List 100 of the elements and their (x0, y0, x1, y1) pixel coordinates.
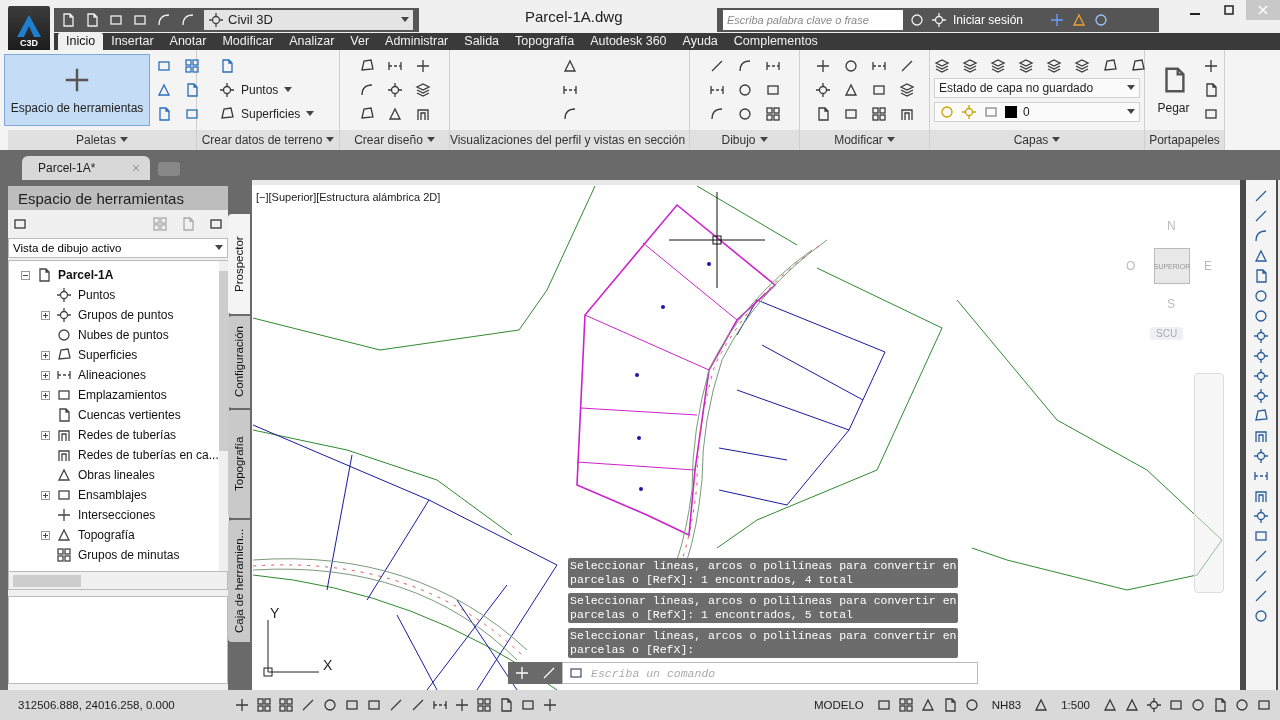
circle-icon[interactable] (1190, 697, 1206, 713)
tree-item[interactable]: Superficies (21, 345, 219, 365)
caret-icon[interactable] (1127, 109, 1135, 115)
target-icon[interactable] (1252, 388, 1269, 404)
rectangle-icon[interactable] (870, 82, 887, 98)
caret-icon[interactable] (759, 137, 768, 143)
app-menu-button[interactable]: C3D (8, 6, 50, 50)
caret-icon[interactable] (426, 137, 435, 143)
rectangle-icon[interactable] (875, 697, 892, 713)
ribbon-tab[interactable]: Ayuda (674, 33, 726, 50)
document-icon[interactable] (184, 82, 201, 98)
target-icon[interactable] (1252, 508, 1269, 524)
target-icon[interactable] (1252, 448, 1269, 464)
rectangle-icon[interactable] (208, 216, 224, 232)
cross-icon[interactable] (414, 58, 431, 74)
document-icon[interactable] (219, 58, 235, 74)
rectangle-icon[interactable] (1256, 697, 1272, 713)
document-icon[interactable] (156, 106, 173, 122)
rectangle-icon[interactable] (184, 106, 201, 122)
target-icon[interactable] (814, 82, 831, 98)
document-icon[interactable] (498, 697, 514, 713)
ribbon-tab[interactable]: Complementos (725, 33, 826, 50)
rectangle-icon[interactable] (12, 216, 28, 232)
layers-icon[interactable] (1046, 58, 1062, 74)
expand-toggle-icon[interactable] (41, 310, 50, 320)
side-tab[interactable]: Configuración (228, 316, 250, 408)
cross-icon[interactable] (1202, 58, 1219, 74)
arc-icon[interactable] (736, 58, 753, 74)
grid-icon[interactable] (184, 58, 201, 74)
tree-item[interactable]: Cuencas vertientes (21, 405, 219, 425)
caret-icon[interactable] (1052, 137, 1061, 143)
caret-icon[interactable] (1127, 85, 1135, 91)
rectangle-icon[interactable] (568, 665, 584, 681)
target-icon[interactable] (1252, 328, 1269, 344)
circle-icon[interactable] (963, 697, 980, 713)
ribbon-tab[interactable]: Topografía (507, 33, 583, 50)
ribbon-tab[interactable]: Analizar (281, 33, 343, 50)
circle-icon[interactable] (909, 11, 925, 28)
circle-icon[interactable] (842, 58, 859, 74)
layer-dropdown[interactable]: 0 (934, 102, 1140, 122)
ribbon-button[interactable]: Puntos (219, 82, 293, 98)
expand-toggle-icon[interactable] (41, 390, 50, 400)
side-tab[interactable]: Prospector (228, 214, 250, 314)
target-icon[interactable] (1146, 697, 1162, 713)
grid-icon[interactable] (870, 106, 887, 122)
collapse-toggle-icon[interactable] (21, 270, 30, 280)
triangle-icon[interactable] (561, 58, 578, 74)
search-field[interactable]: Escriba palabra clave o frase (723, 9, 903, 30)
tree-item[interactable]: Redes de tuberías en ca... (21, 445, 219, 465)
triangle-icon[interactable] (1102, 697, 1118, 713)
circle-icon[interactable] (1252, 608, 1269, 624)
expand-toggle-icon[interactable] (41, 430, 50, 440)
expand-toggle-icon[interactable] (41, 490, 50, 500)
ribbon-tab[interactable]: Inicio (58, 33, 104, 50)
layers-icon[interactable] (1018, 58, 1034, 74)
rectangle-icon[interactable] (1202, 106, 1219, 122)
rectangle-icon[interactable] (156, 58, 173, 74)
expand-toggle-icon[interactable] (41, 370, 50, 380)
document-icon[interactable] (1212, 697, 1228, 713)
triangle-icon[interactable] (842, 82, 859, 98)
caret-icon[interactable] (886, 137, 895, 143)
rectangle-icon[interactable] (1168, 697, 1184, 713)
grid-icon[interactable] (476, 697, 492, 713)
scale-dropdown[interactable]: 1:500 (1061, 699, 1090, 711)
layers-icon[interactable] (962, 58, 978, 74)
circle-icon[interactable] (1093, 11, 1110, 28)
line-icon[interactable] (300, 697, 316, 713)
caret-icon[interactable] (284, 87, 293, 93)
layers-icon[interactable] (1074, 58, 1090, 74)
document-icon[interactable] (60, 11, 76, 28)
polygon-icon[interactable] (1130, 58, 1146, 74)
side-tab[interactable]: Caja de herramien... (228, 520, 250, 642)
ribbon-tab[interactable]: Insertar (103, 33, 162, 50)
tree-item[interactable]: Parcel-1A (21, 265, 219, 285)
ribbon-button[interactable]: Superficies (219, 106, 315, 122)
caret-icon[interactable] (215, 245, 223, 251)
file-tab[interactable]: Parcel-1A* (22, 156, 150, 180)
rectangle-icon[interactable] (1252, 528, 1269, 544)
ribbon-tab[interactable]: Autodesk 360 (582, 33, 675, 50)
grid-icon[interactable] (897, 697, 914, 713)
tree-item[interactable]: Redes de tuberías (21, 425, 219, 445)
layers-icon[interactable] (414, 82, 431, 98)
triangle-icon[interactable] (1252, 248, 1269, 264)
arc-icon[interactable] (156, 11, 172, 28)
ribbon-tab[interactable]: Administrar (377, 33, 457, 50)
target-icon[interactable] (1252, 348, 1269, 364)
arc-icon[interactable] (561, 106, 578, 122)
rectangle-icon[interactable] (366, 697, 382, 713)
triangle-icon[interactable] (1033, 697, 1050, 713)
triangle-icon[interactable] (156, 82, 173, 98)
tree-item[interactable]: Obras lineales (21, 465, 219, 485)
scrollbar[interactable] (218, 261, 229, 571)
polygon-icon[interactable] (1252, 408, 1269, 424)
panel-title[interactable]: Capas (1013, 133, 1049, 147)
circle-icon[interactable] (1234, 697, 1250, 713)
grid-icon[interactable] (256, 697, 272, 713)
viewport-label[interactable]: [−][Superior][Estructura alámbrica 2D] (256, 191, 441, 203)
caret-icon[interactable] (401, 16, 409, 23)
rectangle-icon[interactable] (764, 82, 781, 98)
arc-icon[interactable] (180, 11, 196, 28)
